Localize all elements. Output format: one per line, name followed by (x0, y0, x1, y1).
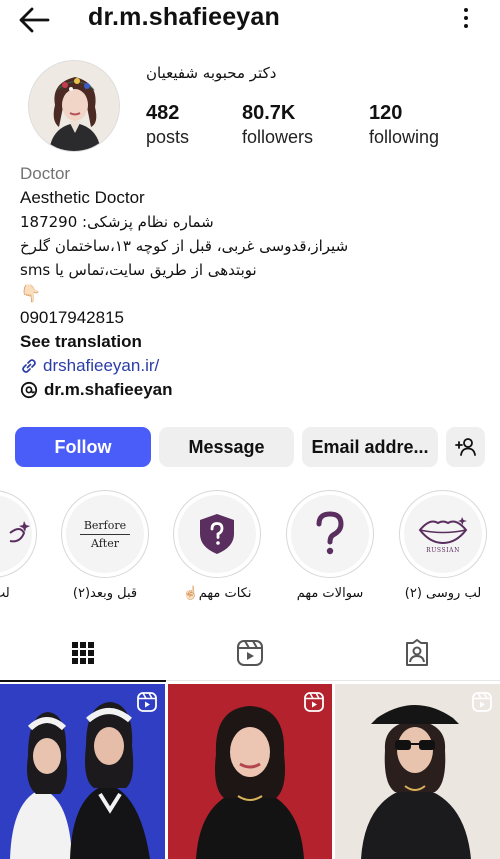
email-button[interactable]: Email addre... (302, 427, 438, 467)
following-label: following (369, 127, 440, 147)
add-user-icon (454, 438, 476, 456)
post-thumbnail[interactable] (335, 684, 500, 859)
post-thumbnail[interactable] (0, 684, 165, 859)
threads-badge[interactable]: dr.m.shafieeyan (20, 380, 173, 400)
reels-icon (237, 640, 263, 666)
bio-line: شیراز،قدوسی غربی، قبل از کوچه ۱۳،ساختمان… (20, 237, 349, 255)
highlight-label: لب روسی (۲) (404, 586, 482, 601)
profile-avatar[interactable] (28, 60, 120, 152)
bio-phone: 09017942815 (20, 308, 125, 327)
reel-badge-icon (137, 692, 157, 712)
followers-count: 80.7K (242, 102, 296, 124)
followers-label: followers (242, 127, 314, 147)
lips-icon (9, 521, 30, 543)
bio-line: Aesthetic Doctor (20, 188, 145, 207)
tagged-icon (406, 639, 428, 666)
bio-line: 👇🏻 (20, 284, 42, 303)
highlight-item[interactable]: سوالات مهم (285, 490, 375, 601)
profile-full-name: دکتر محبوبه شفیعیان (146, 64, 277, 82)
post-thumbnail[interactable] (168, 684, 332, 859)
russian-lips-icon (418, 516, 468, 544)
highlight-label: نکات مهم☝🏻 (182, 586, 252, 601)
followers-stat[interactable]: 80.7K followers (242, 101, 313, 149)
posts-stat[interactable]: 482 posts (146, 101, 189, 149)
highlight-label: سوالات مهم (296, 586, 364, 601)
reel-badge-icon (304, 692, 324, 712)
bio-line: نوبتدهی از طریق سایت،تماس یا sms (20, 261, 257, 279)
before-after-divider (80, 533, 130, 535)
highlight-item[interactable]: نکات مهم☝🏻 (172, 490, 262, 601)
see-translation-link[interactable]: See translation (20, 330, 480, 354)
more-options-icon[interactable] (462, 8, 470, 30)
after-label: After (90, 536, 119, 550)
profile-category: Doctor (20, 164, 71, 183)
russian-label: RUSSIAN (426, 546, 460, 554)
suggest-users-button[interactable] (446, 427, 485, 467)
question-mark-icon (316, 511, 344, 555)
top-bar: dr.m.shafieeyan (0, 0, 500, 40)
grid-icon (72, 642, 94, 664)
reel-badge-icon (472, 692, 492, 712)
posts-count: 482 (146, 102, 180, 124)
message-button[interactable]: Message (159, 427, 294, 467)
threads-icon (20, 381, 38, 399)
before-label: Berfore (83, 518, 127, 532)
threads-handle: dr.m.shafieeyan (44, 380, 173, 399)
posts-grid (0, 684, 500, 859)
profile-username: dr.m.shafieeyan (88, 3, 280, 31)
website-link[interactable]: drshafieeyan.ir/ (20, 354, 480, 378)
tab-reels[interactable] (167, 625, 333, 681)
shield-question-icon (200, 514, 234, 554)
profile-tabs (0, 625, 500, 682)
highlight-label: قبل وبعد(۲) (72, 586, 138, 601)
back-arrow-icon[interactable] (18, 6, 50, 34)
profile-bio: Doctor Aesthetic Doctor شماره نظام پزشکی… (20, 162, 480, 378)
highlight-item[interactable]: RUSSIAN لب روسی (۲) (398, 490, 488, 601)
highlight-label: لب رو (0, 586, 10, 601)
following-count: 120 (369, 102, 403, 124)
tab-tagged[interactable] (334, 625, 500, 681)
following-stat[interactable]: 120 following (369, 101, 439, 149)
highlight-item[interactable]: Berfore After قبل وبعد(۲) (60, 490, 150, 601)
follow-button[interactable]: Follow (15, 427, 151, 467)
website-url: drshafieeyan.ir/ (43, 356, 160, 375)
posts-label: posts (146, 127, 190, 147)
tab-posts[interactable] (0, 625, 166, 682)
bio-line: شماره نظام پزشکی: 187290 (20, 213, 214, 231)
link-icon (22, 359, 36, 373)
highlight-item[interactable]: لب رو (0, 490, 38, 601)
